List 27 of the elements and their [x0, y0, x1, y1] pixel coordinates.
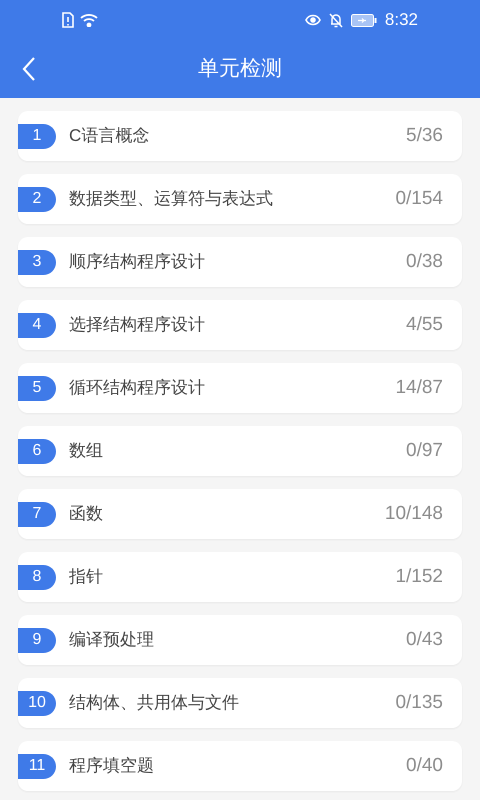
unit-title: 顺序结构程序设计 — [69, 251, 205, 274]
unit-progress: 0/43 — [406, 628, 443, 652]
unit-title: 编译预处理 — [69, 629, 154, 652]
unit-title: 数据类型、运算符与表达式 — [69, 188, 273, 210]
unit-title: 选择结构程序设计 — [69, 314, 205, 336]
unit-number-badge: 7 — [18, 502, 56, 526]
unit-number-badge: 2 — [18, 186, 56, 212]
unit-number-badge: 5 — [18, 376, 56, 400]
unit-title: 程序填空题 — [69, 755, 154, 778]
unit-title: 函数 — [69, 503, 103, 526]
unit-progress: 0/40 — [406, 754, 443, 778]
unit-number-badge: 3 — [18, 250, 56, 274]
unit-number-badge: 8 — [18, 564, 56, 590]
page-title: 单元检测 — [198, 56, 282, 82]
unit-title: 循环结构程序设计 — [69, 377, 205, 400]
unit-number-badge: 4 — [18, 312, 56, 338]
unit-number-badge: 6 — [18, 438, 56, 464]
unit-number-badge: 11 — [18, 754, 56, 778]
unit-title: 指针 — [69, 566, 103, 588]
unit-number-badge: 1 — [18, 124, 56, 148]
unit-number-badge: 9 — [18, 628, 56, 652]
unit-progress: 0/135 — [395, 690, 443, 715]
status-time: 8:32 — [384, 9, 418, 32]
unit-title: 数组 — [69, 440, 103, 462]
unit-number-badge: 10 — [18, 690, 56, 716]
unit-title: 结构体、共用体与文件 — [69, 692, 239, 714]
unit-title: C语言概念 — [69, 125, 150, 148]
